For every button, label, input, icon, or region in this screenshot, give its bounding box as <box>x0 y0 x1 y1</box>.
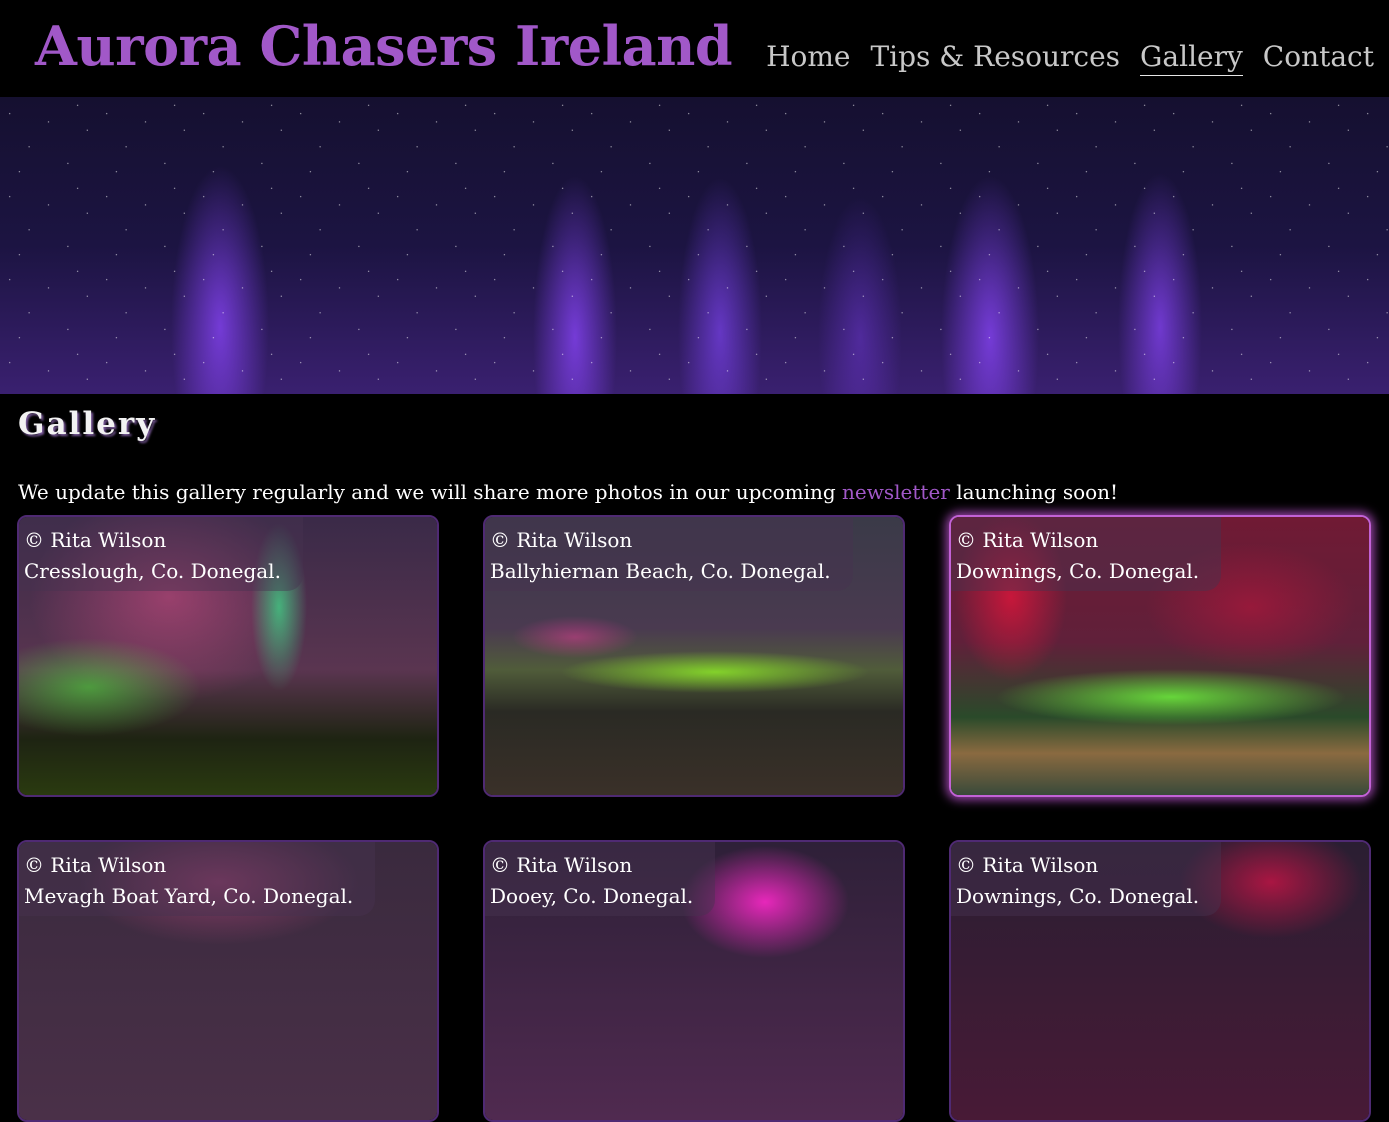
gallery-card[interactable]: © Rita Wilson Cresslough, Co. Donegal. <box>17 515 439 797</box>
hero-aurora-banner <box>0 97 1389 394</box>
photo-location: Mevagh Boat Yard, Co. Donegal. <box>24 884 354 908</box>
photo-location: Downings, Co. Donegal. <box>956 884 1200 908</box>
site-logo[interactable]: Aurora Chasers Ireland <box>35 14 733 78</box>
hero-stars <box>0 97 1389 394</box>
photo-caption: © Rita Wilson Dooey, Co. Donegal. <box>485 842 716 916</box>
gallery-card[interactable]: © Rita Wilson Ballyhiernan Beach, Co. Do… <box>483 515 905 797</box>
photo-credit: © Rita Wilson <box>490 528 633 552</box>
photo-caption: © Rita Wilson Downings, Co. Donegal. <box>951 517 1222 591</box>
photo-credit: © Rita Wilson <box>490 853 633 877</box>
photo-location: Downings, Co. Donegal. <box>956 559 1200 583</box>
photo-credit: © Rita Wilson <box>24 853 167 877</box>
photo-credit: © Rita Wilson <box>956 853 1099 877</box>
photo-location: Dooey, Co. Donegal. <box>490 884 694 908</box>
page-title: Gallery <box>18 406 157 442</box>
photo-caption: © Rita Wilson Downings, Co. Donegal. <box>951 842 1222 916</box>
gallery-card[interactable]: © Rita Wilson Downings, Co. Donegal. <box>949 515 1371 797</box>
gallery-card[interactable]: © Rita Wilson Downings, Co. Donegal. <box>949 840 1371 1122</box>
photo-caption: © Rita Wilson Cresslough, Co. Donegal. <box>19 517 303 591</box>
photo-location: Ballyhiernan Beach, Co. Donegal. <box>490 559 831 583</box>
gallery-card[interactable]: © Rita Wilson Dooey, Co. Donegal. <box>483 840 905 1122</box>
photo-location: Cresslough, Co. Donegal. <box>24 559 281 583</box>
main-nav: Home Tips & Resources Gallery Contact <box>766 40 1374 76</box>
photo-caption: © Rita Wilson Ballyhiernan Beach, Co. Do… <box>485 517 853 591</box>
intro-text-before: We update this gallery regularly and we … <box>18 480 843 504</box>
photo-caption: © Rita Wilson Mevagh Boat Yard, Co. Done… <box>19 842 376 916</box>
photo-credit: © Rita Wilson <box>24 528 167 552</box>
gallery-intro: We update this gallery regularly and we … <box>18 480 1118 504</box>
newsletter-link[interactable]: newsletter <box>842 480 950 504</box>
nav-tips-resources[interactable]: Tips & Resources <box>870 40 1120 76</box>
photo-credit: © Rita Wilson <box>956 528 1099 552</box>
nav-contact[interactable]: Contact <box>1263 40 1374 76</box>
gallery-card[interactable]: © Rita Wilson Mevagh Boat Yard, Co. Done… <box>17 840 439 1122</box>
nav-home[interactable]: Home <box>766 40 850 76</box>
site-header: Aurora Chasers Ireland Home Tips & Resou… <box>0 0 1389 97</box>
nav-gallery[interactable]: Gallery <box>1140 40 1243 76</box>
intro-text-after: launching soon! <box>949 480 1119 504</box>
